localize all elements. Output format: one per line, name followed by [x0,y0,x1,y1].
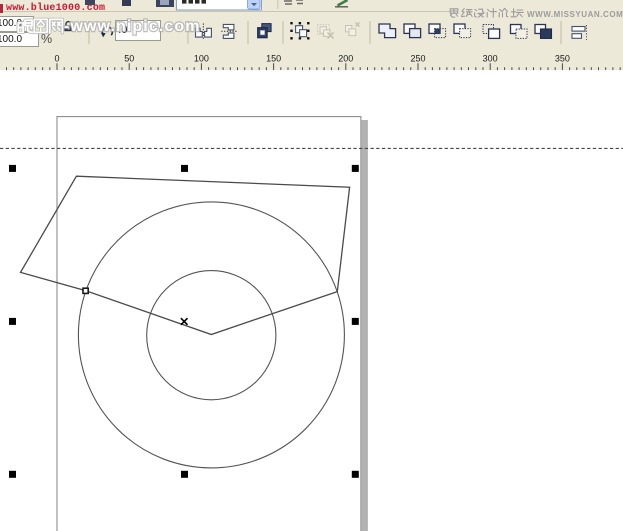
svg-text:300: 300 [483,53,498,63]
svg-text:250: 250 [410,53,425,63]
svg-text:-www.nipic.com: -www.nipic.com [64,18,201,35]
svg-text:50: 50 [124,53,134,63]
svg-text:350: 350 [555,53,570,63]
svg-text:0: 0 [54,53,59,63]
svg-text:200: 200 [338,53,353,63]
svg-text:100: 100 [194,53,209,63]
svg-text:150: 150 [266,53,281,63]
